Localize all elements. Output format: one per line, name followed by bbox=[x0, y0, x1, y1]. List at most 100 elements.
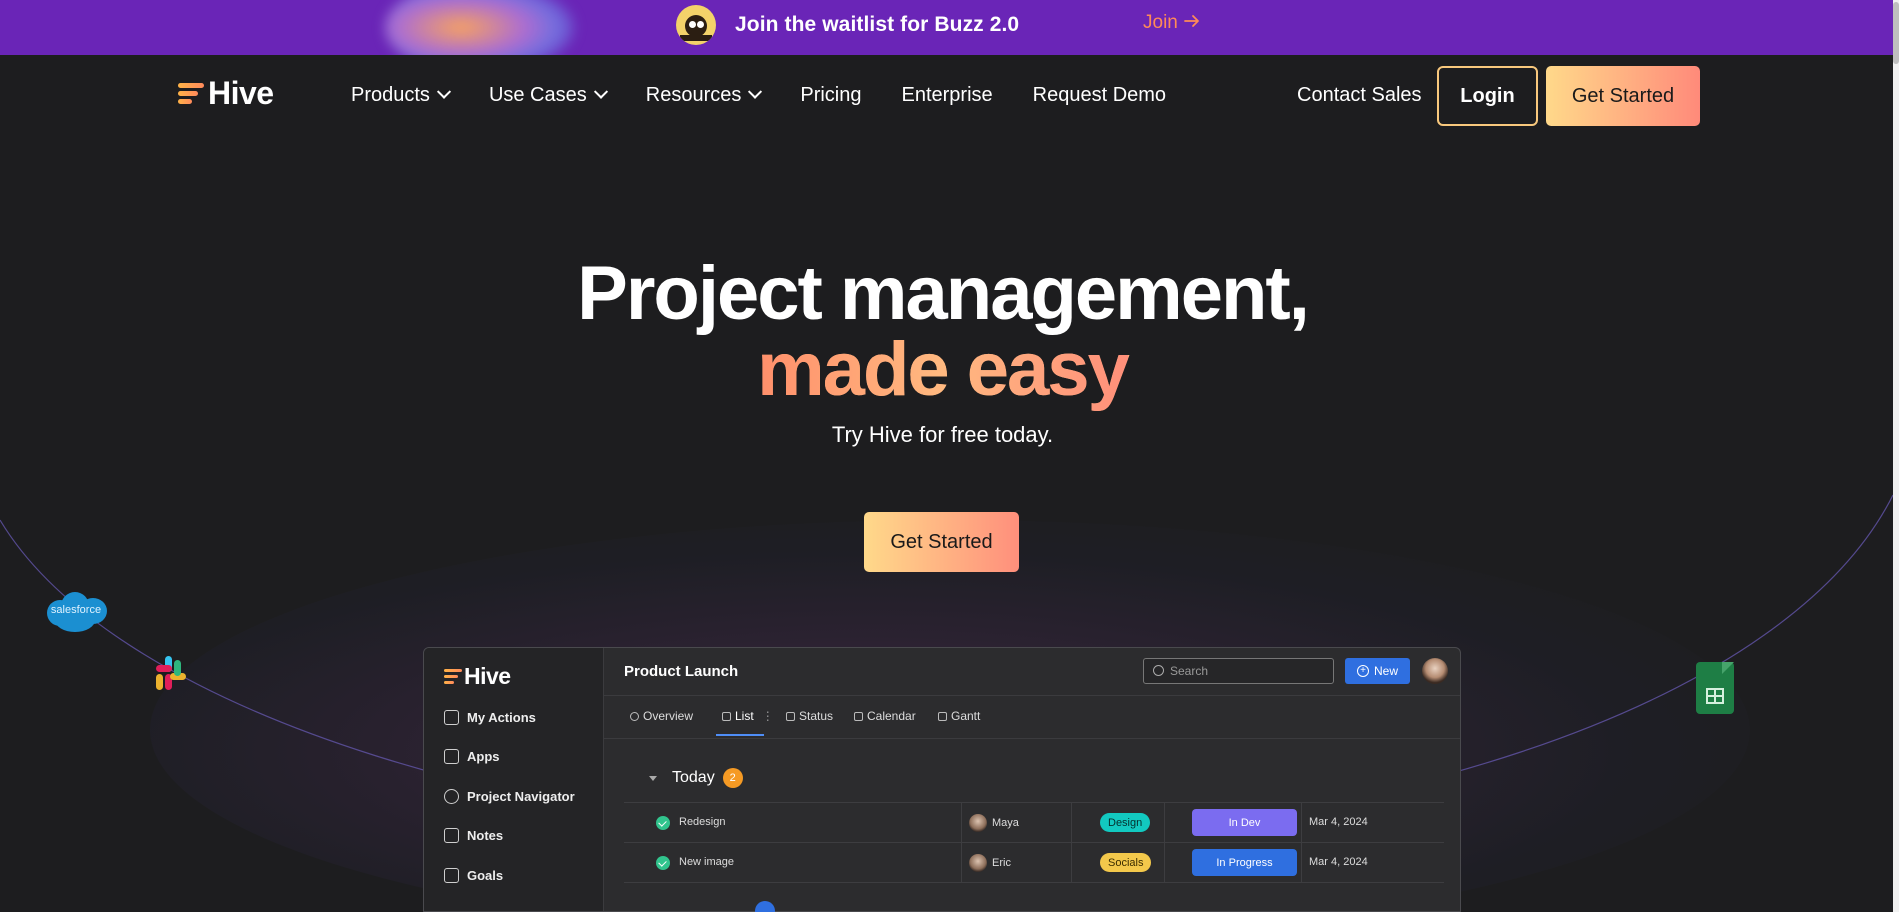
hive-logo-icon bbox=[178, 83, 204, 104]
nav-enterprise[interactable]: Enterprise bbox=[902, 84, 993, 107]
nav-links: Products Use Cases Resources Pricing Ent… bbox=[351, 84, 1206, 107]
nav-use-cases-label: Use Cases bbox=[488, 84, 587, 106]
app-logo-text: Hive bbox=[464, 663, 511, 689]
gantt-icon bbox=[938, 711, 947, 721]
tab-label: Status bbox=[799, 709, 834, 723]
tag-badge: Design bbox=[1100, 813, 1151, 832]
salesforce-label: salesforce bbox=[50, 604, 102, 616]
more-vertical-icon: ⋮ bbox=[761, 709, 774, 723]
status-icon bbox=[786, 711, 795, 721]
hero-get-started-button[interactable]: Get Started bbox=[864, 512, 1019, 572]
sidebar-item-apps[interactable]: Apps bbox=[444, 749, 500, 764]
calendar-icon bbox=[854, 711, 863, 721]
assignee-name: Maya bbox=[992, 817, 1019, 829]
app-hive-logo: Hive bbox=[444, 663, 511, 690]
task-name: Redesign bbox=[679, 816, 726, 828]
check-circle-icon[interactable] bbox=[656, 816, 670, 830]
table-row bbox=[624, 882, 1444, 911]
tab-list[interactable]: List ⋮ bbox=[722, 709, 774, 723]
tab-label: List bbox=[735, 709, 754, 723]
tab-overview[interactable]: Overview bbox=[630, 709, 693, 723]
tab-gantt[interactable]: Gantt bbox=[938, 709, 980, 723]
nav-pricing[interactable]: Pricing bbox=[800, 84, 861, 107]
tab-calendar[interactable]: Calendar bbox=[854, 709, 916, 723]
sidebar-item-project-navigator[interactable]: Project Navigator bbox=[444, 789, 575, 804]
caret-down-icon bbox=[649, 775, 657, 781]
grid-icon bbox=[444, 749, 459, 764]
nav-use-cases[interactable]: Use Cases bbox=[488, 84, 608, 107]
tab-label: Calendar bbox=[867, 709, 916, 723]
sidebar-item-notes[interactable]: Notes bbox=[444, 828, 503, 843]
assignee: Eric bbox=[969, 854, 1011, 872]
avatar bbox=[969, 814, 987, 832]
project-title: Product Launch bbox=[624, 663, 739, 680]
sidebar-item-my-actions[interactable]: My Actions bbox=[444, 710, 536, 725]
nav-resources[interactable]: Resources bbox=[645, 84, 763, 107]
user-avatar[interactable] bbox=[1422, 658, 1448, 684]
assignee-name: Eric bbox=[992, 857, 1011, 869]
sidebar-item-goals[interactable]: Goals bbox=[444, 868, 503, 883]
app-main: Product Launch Search + New Overview Lis… bbox=[604, 648, 1460, 911]
goal-icon bbox=[444, 868, 459, 883]
group-header-today[interactable]: Today 2 bbox=[649, 768, 743, 788]
sidebar-item-label: Project Navigator bbox=[467, 789, 575, 804]
due-date: Mar 4, 2024 bbox=[1309, 816, 1368, 828]
nav-products-label: Products bbox=[351, 84, 430, 106]
list-icon bbox=[722, 711, 731, 721]
new-item-button[interactable]: + New bbox=[1345, 658, 1410, 684]
hero-title-line1: Project management, bbox=[577, 251, 1310, 336]
sidebar-item-label: Notes bbox=[467, 828, 504, 843]
app-sidebar: Hive My Actions Apps Project Navigator N… bbox=[424, 648, 604, 911]
home-icon bbox=[444, 710, 459, 725]
hive-logo[interactable]: Hive bbox=[178, 75, 274, 112]
active-tab-indicator bbox=[716, 734, 764, 736]
group-label: Today bbox=[672, 769, 715, 786]
tab-label: Overview bbox=[643, 709, 694, 723]
contact-sales-link[interactable]: Contact Sales bbox=[1297, 84, 1422, 107]
search-placeholder: Search bbox=[1170, 664, 1209, 678]
login-button[interactable]: Login bbox=[1437, 66, 1538, 126]
group-count-badge: 2 bbox=[722, 768, 743, 788]
chevron-down-icon bbox=[436, 84, 452, 99]
hive-logo-icon bbox=[444, 669, 462, 684]
page-scrollbar[interactable] bbox=[1893, 0, 1899, 912]
task-name: New image bbox=[679, 856, 735, 868]
tag-badge: Socials bbox=[1100, 853, 1152, 872]
nav-get-started-button[interactable]: Get Started bbox=[1546, 66, 1700, 126]
nav-request-demo[interactable]: Request Demo bbox=[1033, 84, 1166, 107]
google-sheets-icon bbox=[1696, 662, 1734, 714]
project-view-tabs: Overview List ⋮ Status Calendar Gantt bbox=[604, 695, 1460, 739]
info-icon bbox=[630, 711, 639, 721]
slack-icon bbox=[152, 656, 186, 690]
scrollbar-thumb[interactable] bbox=[1893, 2, 1899, 64]
status-badge[interactable]: In Progress bbox=[1192, 849, 1297, 876]
note-icon bbox=[444, 828, 459, 843]
app-search-input[interactable]: Search bbox=[1143, 658, 1334, 684]
tab-status[interactable]: Status bbox=[786, 709, 833, 723]
chevron-down-icon bbox=[748, 84, 763, 99]
tab-label: Gantt bbox=[951, 709, 981, 723]
sidebar-item-label: My Actions bbox=[467, 710, 536, 725]
search-icon bbox=[1153, 665, 1164, 676]
new-item-label: New bbox=[1373, 664, 1398, 678]
due-date: Mar 4, 2024 bbox=[1309, 856, 1368, 868]
sidebar-item-label: Goals bbox=[467, 868, 504, 883]
hero-title-highlight: made easy bbox=[757, 327, 1130, 412]
plus-circle-icon: + bbox=[1356, 665, 1369, 677]
table-row[interactable]: Redesign Maya Design In Dev Mar 4, 2024 bbox=[624, 802, 1444, 843]
app-preview: Hive My Actions Apps Project Navigator N… bbox=[423, 647, 1461, 912]
nav-products[interactable]: Products bbox=[351, 84, 452, 107]
salesforce-icon: salesforce bbox=[43, 590, 109, 634]
table-row[interactable]: New image Eric Socials In Progress Mar 4… bbox=[624, 842, 1444, 883]
nav-resources-label: Resources bbox=[645, 84, 742, 106]
hero-title-line2: made easy bbox=[0, 326, 1885, 413]
check-circle-icon[interactable] bbox=[656, 856, 670, 870]
status-badge[interactable]: In Dev bbox=[1192, 809, 1297, 836]
assignee: Maya bbox=[969, 814, 1019, 832]
hero-subtitle: Try Hive for free today. bbox=[831, 422, 1054, 447]
compass-icon bbox=[444, 789, 459, 804]
hive-logo-text: Hive bbox=[208, 75, 274, 111]
avatar bbox=[969, 854, 987, 872]
chevron-down-icon bbox=[593, 84, 608, 99]
sidebar-item-label: Apps bbox=[467, 749, 500, 764]
